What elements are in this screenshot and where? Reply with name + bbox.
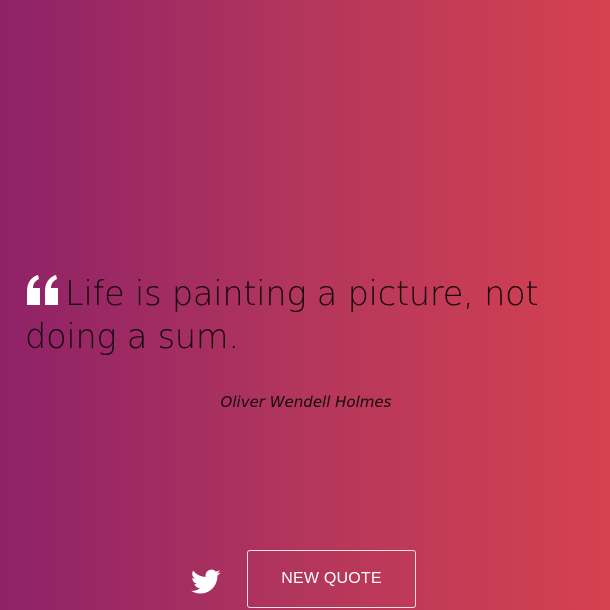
quote-text-block: Life is painting a picture, not doing a … [25,272,585,358]
quote-left-icon [25,275,61,307]
new-quote-button[interactable]: NEW QUOTE [247,550,416,608]
twitter-icon [191,569,223,595]
quote-author: Oliver Wendell Holmes [220,393,392,411]
tweet-quote-link[interactable] [191,569,223,597]
quote-text: Life is painting a picture, not doing a … [25,274,539,356]
